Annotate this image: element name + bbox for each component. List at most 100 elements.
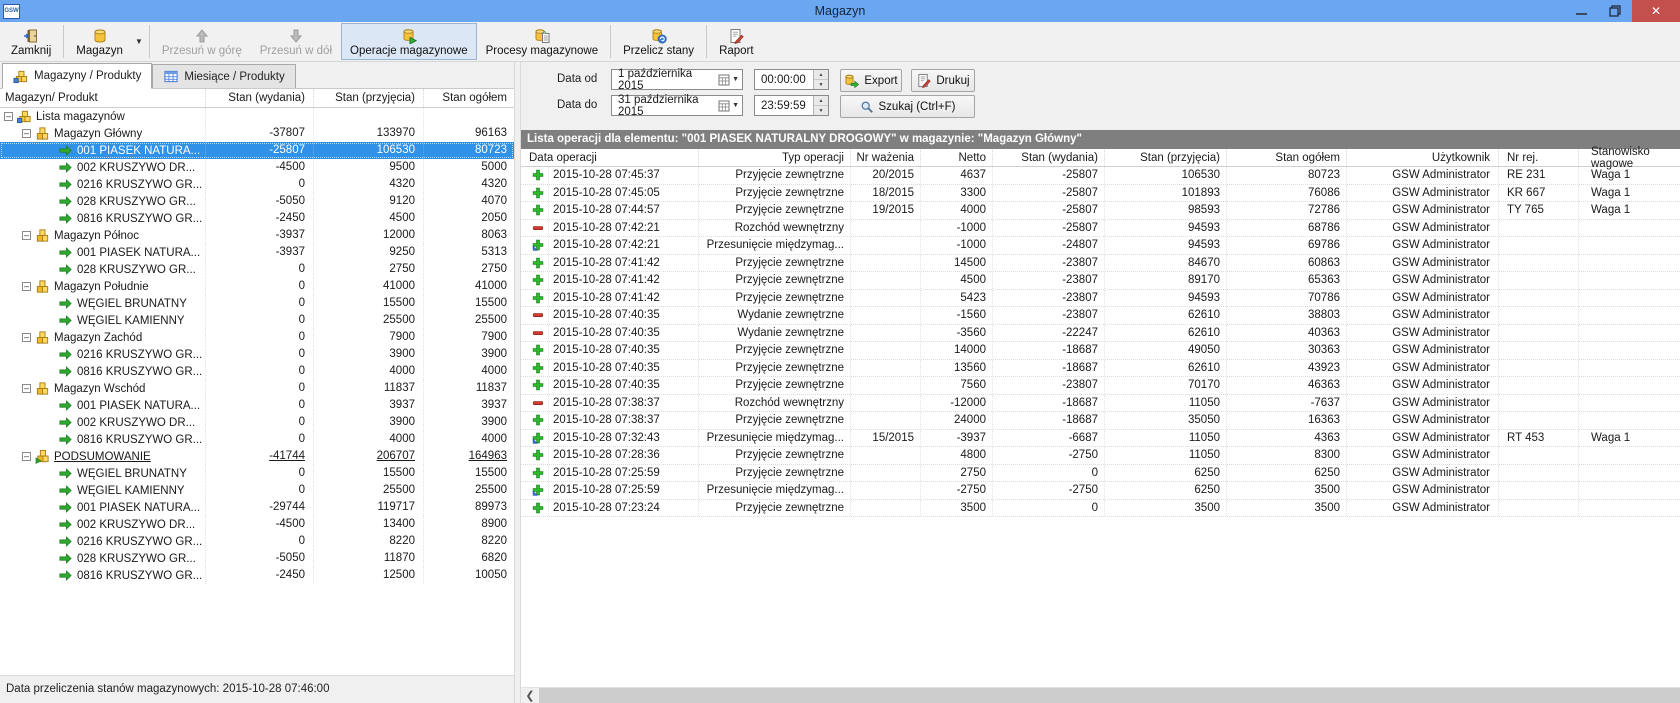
operation-row[interactable]: 2015-10-28 07:45:05Przyjęcie zewnętrzne1… xyxy=(521,185,1680,203)
tab-miesiace-produkty[interactable]: Miesiące / Produkty xyxy=(152,64,295,88)
operation-row[interactable]: 2015-10-28 07:38:37Rozchód wewnętrzny-12… xyxy=(521,395,1680,413)
search-button[interactable]: Szukaj (Ctrl+F) xyxy=(840,95,975,118)
tree-row[interactable]: 002 KRUSZYWO DR...-450095005000 xyxy=(0,159,514,176)
operation-row[interactable]: 2015-10-28 07:40:35Przyjęcie zewnętrzne1… xyxy=(521,360,1680,378)
column-header-uzytkownik[interactable]: Użytkownik xyxy=(1347,149,1499,166)
tree-row[interactable]: –Magazyn Główny-3780713397096163 xyxy=(0,125,514,142)
tree-row[interactable]: 001 PIASEK NATURA...-2580710653080723 xyxy=(0,142,514,159)
tree-row[interactable]: 001 PIASEK NATURA...-2974411971789973 xyxy=(0,499,514,516)
tree-row[interactable]: –Magazyn Północ-3937120008063 xyxy=(0,227,514,244)
operation-row[interactable]: 2015-10-28 07:38:37Przyjęcie zewnętrzne2… xyxy=(521,412,1680,430)
operation-row[interactable]: 2015-10-28 07:40:35Wydanie zewnętrzne-15… xyxy=(521,307,1680,325)
date-to-input[interactable]: 31 października 2015 ▼ xyxy=(611,95,743,116)
operation-row[interactable]: 2015-10-28 07:40:35Przyjęcie zewnętrzne7… xyxy=(521,377,1680,395)
panel-splitter[interactable] xyxy=(514,62,521,703)
toolbar-button-procesy-magazynowe[interactable]: Procesy magazynowe xyxy=(477,23,608,60)
toolbar-button-przesun-w-gore[interactable]: Przesuń w górę xyxy=(153,23,251,60)
expander-collapse-icon[interactable]: – xyxy=(22,452,31,461)
restore-button[interactable] xyxy=(1598,0,1632,22)
tree-row[interactable]: –Magazyn Zachód079007900 xyxy=(0,329,514,346)
tree-row[interactable]: –Lista magazynów xyxy=(0,108,514,125)
expander-collapse-icon[interactable]: – xyxy=(22,231,31,240)
spinner-up-icon[interactable]: ▲ xyxy=(814,70,828,80)
tree-row[interactable]: 0816 KRUSZYWO GR...-245045002050 xyxy=(0,210,514,227)
column-header-stan-wydania[interactable]: Stan (wydania) xyxy=(993,149,1105,166)
spinner-up-icon[interactable]: ▲ xyxy=(814,96,828,106)
column-header-typ-operacji[interactable]: Typ operacji xyxy=(699,149,851,166)
tree-row[interactable]: –PODSUMOWANIE-41744206707164963 xyxy=(0,448,514,465)
operation-row[interactable]: 2015-10-28 07:42:21Przesunięcie międzyma… xyxy=(521,237,1680,255)
date-dropdown-arrow-icon[interactable]: ▼ xyxy=(732,102,739,109)
close-button[interactable]: ✕ xyxy=(1632,0,1680,22)
column-header-netto[interactable]: Netto xyxy=(921,149,993,166)
minimize-button[interactable] xyxy=(1564,0,1598,22)
toolbar-button-przesun-w-dol[interactable]: Przesuń w dół xyxy=(251,23,341,60)
tree-row[interactable]: 0216 KRUSZYWO GR...039003900 xyxy=(0,346,514,363)
tree-row[interactable]: 028 KRUSZYWO GR...-505091204070 xyxy=(0,193,514,210)
column-header-data-operacji[interactable]: Data operacji xyxy=(521,149,699,166)
tree-row[interactable]: WĘGIEL KAMIENNY02550025500 xyxy=(0,312,514,329)
column-header-magazyn-produkt[interactable]: Magazyn/ Produkt xyxy=(0,89,205,107)
tree-row[interactable]: WĘGIEL KAMIENNY02550025500 xyxy=(0,482,514,499)
tree-row[interactable]: 0216 KRUSZYWO GR...043204320 xyxy=(0,176,514,193)
expander-collapse-icon[interactable]: – xyxy=(22,282,31,291)
expander-collapse-icon[interactable]: – xyxy=(22,384,31,393)
tree-row[interactable]: WĘGIEL BRUNATNY01550015500 xyxy=(0,295,514,312)
toolbar-button-operacje-magazynowe[interactable]: Operacje magazynowe xyxy=(341,23,477,60)
tree-row[interactable]: 028 KRUSZYWO GR...027502750 xyxy=(0,261,514,278)
tree-row[interactable]: –Magazyn Wschód01183711837 xyxy=(0,380,514,397)
operation-row[interactable]: 2015-10-28 07:41:42Przyjęcie zewnętrzne5… xyxy=(521,290,1680,308)
operation-row[interactable]: 2015-10-28 07:45:37Przyjęcie zewnętrzne2… xyxy=(521,167,1680,185)
operation-row[interactable]: 2015-10-28 07:42:21Rozchód wewnętrzny-10… xyxy=(521,220,1680,238)
scroll-left-icon[interactable]: ❮ xyxy=(521,688,539,703)
export-button[interactable]: Export xyxy=(840,69,902,92)
spinner-down-icon[interactable]: ▼ xyxy=(814,106,828,115)
column-header-stan-ogolem[interactable]: Stan ogółem xyxy=(423,89,514,107)
date-from-input[interactable]: 1 października 2015 ▼ xyxy=(611,69,743,90)
toolbar-button-raport[interactable]: Raport xyxy=(710,23,763,60)
tree-row[interactable]: 001 PIASEK NATURA...-393792505313 xyxy=(0,244,514,261)
magazyn-dropdown-arrow-icon[interactable]: ▼ xyxy=(132,37,146,46)
operation-row[interactable]: 2015-10-28 07:23:24Przyjęcie zewnętrzne3… xyxy=(521,500,1680,518)
operation-row[interactable]: 2015-10-28 07:25:59Przesunięcie międzyma… xyxy=(521,482,1680,500)
column-header-stanowisko-wagowe[interactable]: Stanowisko wagowe xyxy=(1579,149,1680,166)
time-to-input[interactable]: 23:59:59 ▲ ▼ xyxy=(754,95,829,116)
scrollbar-thumb[interactable] xyxy=(539,688,1680,703)
toolbar-button-zamknij[interactable]: Zamknij xyxy=(2,23,60,60)
expander-collapse-icon[interactable]: – xyxy=(22,129,31,138)
operation-row[interactable]: 2015-10-28 07:40:35Przyjęcie zewnętrzne1… xyxy=(521,342,1680,360)
tree-row[interactable]: 0816 KRUSZYWO GR...040004000 xyxy=(0,363,514,380)
column-header-nr-rej[interactable]: Nr rej. xyxy=(1499,149,1579,166)
tree-row[interactable]: 002 KRUSZYWO DR...039003900 xyxy=(0,414,514,431)
operation-row[interactable]: 2015-10-28 07:28:36Przyjęcie zewnętrzne4… xyxy=(521,447,1680,465)
toolbar-button-magazyn[interactable]: Magazyn xyxy=(67,23,132,60)
operation-row[interactable]: 2015-10-28 07:44:57Przyjęcie zewnętrzne1… xyxy=(521,202,1680,220)
tree-row[interactable]: 0816 KRUSZYWO GR...040004000 xyxy=(0,431,514,448)
column-header-stan-ogolem[interactable]: Stan ogółem xyxy=(1227,149,1347,166)
operation-row[interactable]: 2015-10-28 07:40:35Wydanie zewnętrzne-35… xyxy=(521,325,1680,343)
column-header-stan-przyjecia[interactable]: Stan (przyjęcia) xyxy=(1105,149,1227,166)
tree-row[interactable]: 028 KRUSZYWO GR...-5050118706820 xyxy=(0,550,514,567)
tree-row[interactable]: –Magazyn Południe04100041000 xyxy=(0,278,514,295)
column-header-stan-przyjecia[interactable]: Stan (przyjęcia) xyxy=(313,89,423,107)
operation-row[interactable]: 2015-10-28 07:32:43Przesunięcie międzyma… xyxy=(521,430,1680,448)
tree-row[interactable]: 0216 KRUSZYWO GR...082208220 xyxy=(0,533,514,550)
tree-row-label: 002 KRUSZYWO DR... xyxy=(77,162,195,174)
column-header-nr-wazenia[interactable]: Nr ważenia xyxy=(851,149,921,166)
tree-row[interactable]: 0816 KRUSZYWO GR...-24501250010050 xyxy=(0,567,514,584)
spinner-down-icon[interactable]: ▼ xyxy=(814,80,828,89)
operation-row[interactable]: 2015-10-28 07:41:42Przyjęcie zewnętrzne4… xyxy=(521,272,1680,290)
tab-magazyny-produkty[interactable]: Magazyny / Produkty xyxy=(2,63,152,89)
tree-row[interactable]: 002 KRUSZYWO DR...-4500134008900 xyxy=(0,516,514,533)
expander-collapse-icon[interactable]: – xyxy=(22,333,31,342)
date-dropdown-arrow-icon[interactable]: ▼ xyxy=(732,76,739,83)
toolbar-button-przelicz-stany[interactable]: Przelicz stany xyxy=(614,23,703,60)
expander-collapse-icon[interactable]: – xyxy=(4,112,13,121)
time-from-input[interactable]: 00:00:00 ▲ ▼ xyxy=(754,69,829,90)
print-button[interactable]: Drukuj xyxy=(911,69,975,92)
tree-row[interactable]: 001 PIASEK NATURA...039373937 xyxy=(0,397,514,414)
operation-row[interactable]: 2015-10-28 07:41:42Przyjęcie zewnętrzne1… xyxy=(521,255,1680,273)
column-header-stan-wydania[interactable]: Stan (wydania) xyxy=(205,89,313,107)
operation-row[interactable]: 2015-10-28 07:25:59Przyjęcie zewnętrzne2… xyxy=(521,465,1680,483)
tree-row[interactable]: WĘGIEL BRUNATNY01550015500 xyxy=(0,465,514,482)
